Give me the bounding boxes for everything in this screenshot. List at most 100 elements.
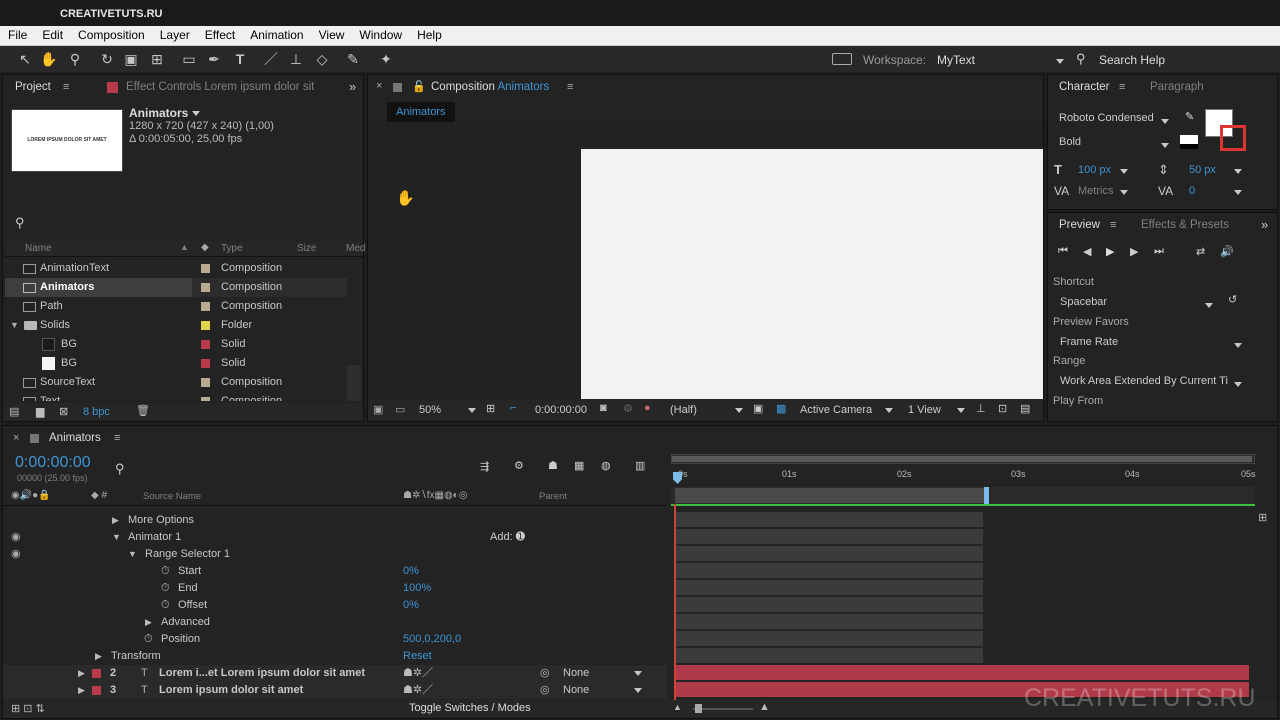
comp-viewer[interactable]: ✋ bbox=[368, 123, 1043, 399]
lock-icon[interactable]: 🔓 bbox=[412, 80, 426, 93]
prop-row-transform[interactable]: ▶ Transform Reset bbox=[3, 648, 667, 665]
panel-menu-icon[interactable]: ≡ bbox=[567, 81, 573, 93]
current-time-display[interactable]: 0:00:00:00 bbox=[535, 404, 587, 416]
selection-tool-icon[interactable]: ↖ bbox=[16, 50, 34, 68]
time-ruler[interactable]: 0s 01s 02s 03s 04s 05s bbox=[671, 466, 1256, 484]
brush-tool-icon[interactable]: ／ bbox=[262, 50, 280, 68]
label-swatch[interactable] bbox=[201, 283, 210, 292]
tab-preview[interactable]: Preview bbox=[1059, 213, 1100, 237]
view-dropdown-icon[interactable] bbox=[957, 404, 965, 416]
workspace-dropdown-icon[interactable] bbox=[1056, 55, 1064, 67]
prop-row-animator[interactable]: ◉ ▼ Animator 1 Add: ➊ bbox=[3, 529, 667, 546]
resolution-select[interactable]: (Half) bbox=[670, 404, 697, 416]
zoom-slider-thumb[interactable] bbox=[695, 704, 702, 713]
parent-select[interactable]: None bbox=[563, 665, 589, 682]
tab-paragraph[interactable]: Paragraph bbox=[1150, 75, 1204, 99]
folder-expand-icon[interactable]: ▼ bbox=[10, 316, 19, 335]
list-item[interactable]: AnimationText Composition ⊤ bbox=[5, 259, 347, 278]
interpret-footage-icon[interactable]: ▤ bbox=[9, 405, 19, 418]
prop-row-advanced[interactable]: ▶ Advanced bbox=[3, 614, 667, 631]
next-frame-icon[interactable]: ▶ bbox=[1130, 245, 1138, 258]
graph-editor-icon[interactable]: ▥ bbox=[635, 459, 645, 472]
start-value[interactable]: 0% bbox=[403, 563, 419, 580]
leading-dropdown-icon[interactable] bbox=[1234, 165, 1242, 177]
track-bar[interactable] bbox=[675, 597, 983, 612]
kerning-dropdown-icon[interactable] bbox=[1120, 186, 1128, 198]
new-folder-icon[interactable]: ▆ bbox=[36, 405, 44, 418]
fast-previews-icon[interactable]: ⊡ bbox=[998, 402, 1007, 415]
list-item-selected[interactable]: Animators Composition bbox=[5, 278, 347, 297]
frame-blending-icon[interactable]: ▦ bbox=[574, 459, 584, 472]
grid-icon[interactable]: ⊞ bbox=[486, 402, 495, 415]
track-bar[interactable] bbox=[675, 512, 983, 527]
comp-flow-tab[interactable]: Animators bbox=[387, 102, 455, 122]
shy-icon[interactable]: ☗ bbox=[548, 459, 558, 472]
camera-select[interactable]: Active Camera bbox=[800, 404, 872, 416]
zoom-in-icon[interactable]: ▲ bbox=[759, 701, 770, 713]
menu-animation[interactable]: Animation bbox=[242, 26, 310, 42]
project-scrollbar[interactable] bbox=[347, 365, 361, 401]
pen-tool-icon[interactable]: ✒ bbox=[205, 50, 223, 68]
track-bar[interactable] bbox=[675, 563, 983, 578]
project-search-icon[interactable]: ⚲ bbox=[15, 215, 25, 231]
layer-row[interactable]: ▶ 2 T Lorem i...et Lorem ipsum dolor sit… bbox=[3, 665, 667, 682]
stopwatch-icon[interactable]: ⏱ bbox=[161, 597, 170, 614]
offset-value[interactable]: 0% bbox=[403, 597, 419, 614]
show-snapshot-icon[interactable]: ⚙ bbox=[623, 402, 633, 415]
hand-tool-icon[interactable]: ✋ bbox=[40, 50, 58, 68]
label-column-icon[interactable]: ◆ bbox=[201, 242, 209, 253]
clone-stamp-tool-icon[interactable]: ⊥ bbox=[287, 50, 305, 68]
magnification-dropdown-icon[interactable] bbox=[468, 404, 476, 416]
stopwatch-icon[interactable]: ⏱ bbox=[161, 580, 170, 597]
layer-duration-bar[interactable] bbox=[675, 665, 1249, 680]
eraser-tool-icon[interactable]: ◇ bbox=[313, 50, 331, 68]
layer-switches[interactable]: ☗✲／ bbox=[403, 665, 433, 682]
always-preview-icon[interactable]: ▣ bbox=[373, 403, 383, 416]
prop-row-offset[interactable]: ⏱ Offset 0% bbox=[3, 597, 667, 614]
col-parent[interactable]: Parent bbox=[539, 491, 567, 502]
font-size-value[interactable]: 100 px bbox=[1078, 164, 1111, 176]
col-name[interactable]: Name bbox=[25, 243, 52, 254]
trash-icon[interactable]: 🗑 bbox=[136, 404, 150, 417]
col-type[interactable]: Type bbox=[221, 243, 243, 254]
label-column-icon[interactable]: ◆ # bbox=[91, 490, 107, 501]
mask-visibility-icon[interactable]: ⌐ bbox=[510, 402, 516, 414]
label-swatch[interactable] bbox=[201, 359, 210, 368]
bit-depth-button[interactable]: 8 bpc bbox=[83, 406, 110, 418]
position-value[interactable]: 500,0,200,0 bbox=[403, 631, 461, 648]
font-size-dropdown-icon[interactable] bbox=[1120, 165, 1128, 177]
label-swatch[interactable] bbox=[201, 340, 210, 349]
stroke-color-swatch[interactable] bbox=[1220, 125, 1246, 151]
stopwatch-icon[interactable]: ⏱ bbox=[161, 563, 170, 580]
pan-behind-tool-icon[interactable]: ⊞ bbox=[148, 50, 166, 68]
reset-icon[interactable]: ↺ bbox=[1228, 293, 1237, 306]
col-media[interactable]: Med bbox=[346, 243, 365, 254]
list-item[interactable]: ▼ Solids Folder bbox=[5, 316, 347, 335]
work-area-track[interactable] bbox=[671, 487, 1255, 504]
font-style-select[interactable]: Bold bbox=[1059, 136, 1081, 148]
loop-icon[interactable]: ⇄ bbox=[1196, 245, 1205, 258]
roto-brush-tool-icon[interactable]: ✎ bbox=[344, 50, 362, 68]
menu-file[interactable]: File bbox=[0, 26, 34, 42]
end-value[interactable]: 100% bbox=[403, 580, 431, 597]
tab-project[interactable]: Project bbox=[15, 75, 51, 99]
snapshot-icon[interactable]: ◙ bbox=[600, 402, 607, 414]
last-frame-icon[interactable]: ⏭ bbox=[1154, 245, 1164, 258]
favors-dropdown-icon[interactable] bbox=[1234, 339, 1242, 351]
prop-row-position[interactable]: ⏱ Position 500,0,200,0 bbox=[3, 631, 667, 648]
work-area-bar[interactable] bbox=[671, 454, 1255, 464]
parent-select[interactable]: None bbox=[563, 682, 589, 699]
prop-row-more-options[interactable]: ▶ More Options bbox=[3, 512, 667, 529]
audio-icon[interactable]: 🔊 bbox=[1220, 245, 1234, 258]
prop-row-end[interactable]: ⏱ End 100% bbox=[3, 580, 667, 597]
label-swatch[interactable] bbox=[201, 397, 210, 401]
close-icon[interactable]: × bbox=[13, 432, 19, 444]
shortcut-dropdown-icon[interactable] bbox=[1205, 299, 1213, 311]
draft-3d-icon[interactable]: ⚙ bbox=[514, 459, 524, 472]
rotate-tool-icon[interactable]: ↻ bbox=[98, 50, 116, 68]
transparency-grid-icon[interactable]: ▩ bbox=[776, 402, 786, 415]
track-bar[interactable] bbox=[675, 546, 983, 561]
motion-blur-icon[interactable]: ◍ bbox=[601, 459, 611, 472]
previous-frame-icon[interactable]: ◀ bbox=[1083, 245, 1091, 258]
av-features-icon[interactable]: ◉🔊●🔒 bbox=[11, 490, 51, 501]
